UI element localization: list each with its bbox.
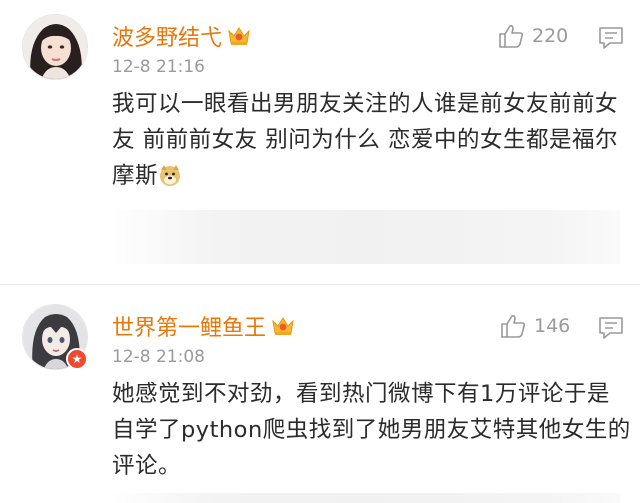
comment-icon <box>599 317 623 339</box>
user-avatar[interactable] <box>22 14 88 80</box>
like-button[interactable]: 146 <box>500 314 570 338</box>
username-text[interactable]: 世界第一鲤鱼王 <box>112 310 266 342</box>
username-text[interactable]: 波多野结弋 <box>112 20 222 52</box>
avatar-girl-icon <box>23 15 87 79</box>
like-button[interactable]: 220 <box>498 24 568 48</box>
divider <box>0 284 640 285</box>
crown-icon <box>272 317 294 335</box>
doge-emoji-icon <box>160 165 181 186</box>
comment-text: 她感觉到不对劲，看到热门微博下有1万评论于是自学了python爬虫找到了她男朋友… <box>112 381 631 479</box>
crown-icon <box>228 27 250 45</box>
comment-time: 12-8 21:16 <box>112 57 205 77</box>
comment-text: 我可以一眼看出男朋友关注的人谁是前女友前前女友 前前前女友 别问为什么 恋爱中的… <box>112 86 632 194</box>
comment-body: 我可以一眼看出男朋友关注的人谁是前女友前前女友 前前前女友 别问为什么 恋爱中的… <box>112 91 619 189</box>
reply-button[interactable] <box>598 26 624 54</box>
comment-time: 12-8 21:08 <box>112 347 205 367</box>
thumbs-up-icon <box>501 315 526 338</box>
blurred-content <box>112 493 620 503</box>
like-count: 146 <box>534 315 571 337</box>
username[interactable]: 世界第一鲤鱼王 <box>112 310 296 342</box>
thumbs-up-icon <box>499 25 524 48</box>
comment-item: ★ 世界第一鲤鱼王 12-8 21:08 146 她感觉到不对劲，看到热门微博下… <box>0 290 640 503</box>
comment-item: 波多野结弋 12-8 21:16 220 我可以一眼看出男朋友关注的人谁是前女友… <box>0 0 640 280</box>
blurred-content <box>112 210 620 264</box>
vip-badge-icon: ★ <box>66 348 88 370</box>
like-count: 220 <box>532 25 569 47</box>
comment-icon <box>599 27 623 49</box>
reply-button[interactable] <box>598 316 624 344</box>
username[interactable]: 波多野结弋 <box>112 20 252 52</box>
